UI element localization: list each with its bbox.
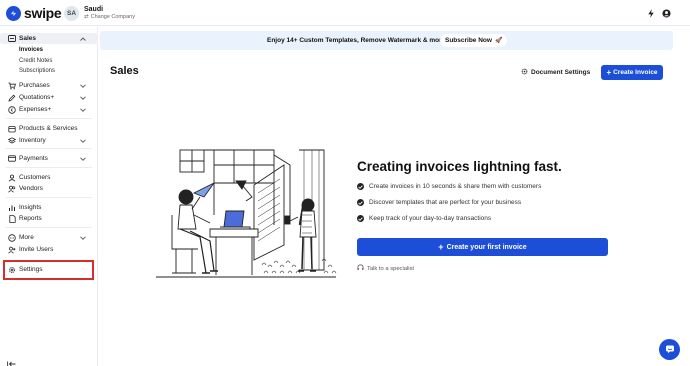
sidebar-divider bbox=[6, 227, 92, 228]
gear-icon bbox=[521, 68, 528, 77]
sidebar-divider bbox=[6, 118, 92, 119]
user-plus-icon bbox=[8, 246, 16, 254]
sidebar-subitem-subscriptions[interactable]: Subscriptions bbox=[19, 68, 55, 74]
card-icon bbox=[8, 155, 16, 163]
sidebar-divider bbox=[6, 148, 92, 149]
plus-icon: + bbox=[438, 242, 444, 252]
chevron-down-icon bbox=[80, 138, 86, 144]
settings-highlight-box bbox=[3, 260, 94, 280]
chevron-down-icon bbox=[80, 235, 86, 241]
swipe-logo[interactable]: swipe bbox=[6, 5, 62, 21]
user-circle-icon[interactable] bbox=[661, 8, 671, 18]
change-company-label: Change Company bbox=[90, 14, 135, 20]
sidebar-item-inventory[interactable]: Inventory bbox=[0, 135, 98, 146]
document-settings-button[interactable]: Document Settings bbox=[521, 68, 590, 77]
page-title: Sales bbox=[110, 65, 139, 77]
receipt-icon bbox=[8, 35, 16, 43]
document-settings-label: Document Settings bbox=[531, 69, 591, 76]
check-circle-icon bbox=[357, 199, 364, 206]
layers-icon bbox=[8, 136, 16, 145]
create-invoice-button[interactable]: + Create Invoice bbox=[601, 65, 663, 80]
chart-bar-icon bbox=[8, 204, 16, 212]
sidebar-item-label: Expenses+ bbox=[19, 106, 52, 113]
chevron-down-icon bbox=[80, 95, 86, 101]
talk-label: Talk to a specialist bbox=[367, 265, 415, 272]
sidebar-item-reports[interactable]: Reports bbox=[0, 213, 98, 224]
rocket-icon: 🚀 bbox=[494, 38, 503, 44]
sidebar-item-label: Insights bbox=[19, 204, 42, 211]
sidebar-subitem-invoices[interactable]: Invoices bbox=[19, 47, 43, 53]
sidebar-item-label: Products & Services bbox=[19, 125, 78, 132]
sidebar-item-more[interactable]: More bbox=[0, 232, 98, 243]
document-icon bbox=[8, 214, 16, 223]
swap-icon: ⇄ bbox=[84, 14, 89, 20]
feature-text: Keep track of your day-to-day transactio… bbox=[369, 215, 492, 222]
invoice-illustration bbox=[154, 145, 338, 285]
chat-icon bbox=[665, 341, 675, 359]
sidebar-item-label: Customers bbox=[19, 174, 51, 181]
feature-item: Create invoices in 10 seconds & share th… bbox=[357, 183, 541, 190]
cart-icon bbox=[8, 82, 16, 90]
create-invoice-label: Create Invoice bbox=[613, 69, 658, 76]
hero-title: Creating invoices lightning fast. bbox=[357, 159, 562, 174]
change-company-link[interactable]: ⇄ Change Company bbox=[84, 14, 135, 21]
user-icon bbox=[8, 174, 16, 182]
sidebar-item-quotations[interactable]: Quotations+ bbox=[0, 92, 98, 103]
promo-banner: Enjoy 14+ Custom Templates, Remove Water… bbox=[100, 31, 673, 50]
chevron-down-icon bbox=[80, 83, 86, 89]
chevron-up-icon bbox=[80, 36, 86, 42]
sidebar-item-expenses[interactable]: Expenses+ bbox=[0, 104, 98, 115]
top-bar: swipe SA Saudi ⇄ Change Company bbox=[0, 0, 690, 26]
create-first-invoice-button[interactable]: + Create your first invoice bbox=[357, 238, 608, 256]
chevron-down-icon bbox=[80, 156, 86, 162]
sidebar-item-invite-users[interactable]: Invite Users bbox=[0, 244, 98, 255]
sidebar-item-vendors[interactable]: Vendors bbox=[0, 183, 98, 194]
feature-item: Discover templates that are perfect for … bbox=[357, 199, 521, 206]
sidebar-item-label: Invite Users bbox=[19, 246, 54, 253]
pen-icon bbox=[8, 94, 16, 102]
sidebar-subitem-credit-notes[interactable]: Credit Notes bbox=[19, 58, 52, 64]
sidebar-item-products-services[interactable]: Products & Services bbox=[0, 123, 98, 134]
banner-text: Enjoy 14+ Custom Templates, Remove Water… bbox=[267, 37, 446, 44]
users-icon bbox=[8, 185, 16, 193]
check-circle-icon bbox=[357, 183, 364, 190]
sidebar-item-label: Payments bbox=[19, 155, 48, 162]
sidebar-item-insights[interactable]: Insights bbox=[0, 202, 98, 213]
company-name: Saudi bbox=[84, 6, 104, 13]
company-switcher[interactable]: Saudi ⇄ Change Company bbox=[84, 6, 135, 21]
logo-icon bbox=[6, 5, 21, 21]
feature-text: Create invoices in 10 seconds & share th… bbox=[369, 183, 542, 190]
sidebar-divider bbox=[6, 197, 92, 198]
chevron-down-icon bbox=[80, 107, 86, 113]
logo-text: swipe bbox=[24, 5, 62, 21]
more-circle-icon bbox=[8, 233, 16, 242]
sidebar-item-label: More bbox=[19, 234, 34, 241]
feature-item: Keep track of your day-to-day transactio… bbox=[357, 215, 491, 222]
plus-icon: + bbox=[606, 68, 612, 77]
wallet-icon bbox=[8, 105, 16, 114]
bolt-icon[interactable] bbox=[646, 8, 656, 18]
chat-widget-button[interactable] bbox=[659, 339, 680, 360]
feature-text: Discover templates that are perfect for … bbox=[369, 199, 522, 206]
sidebar-item-purchases[interactable]: Purchases bbox=[0, 80, 98, 91]
subscribe-label: Subscribe Now bbox=[445, 37, 492, 44]
talk-to-specialist-link[interactable]: Talk to a specialist bbox=[357, 264, 414, 273]
sidebar-item-label: Quotations+ bbox=[19, 94, 55, 101]
collapse-sidebar-icon[interactable] bbox=[7, 354, 16, 366]
sidebar-item-label: Purchases bbox=[19, 82, 50, 89]
sidebar-item-label: Sales bbox=[19, 35, 36, 42]
sidebar-item-sales[interactable]: Sales bbox=[0, 33, 98, 44]
create-first-invoice-label: Create your first invoice bbox=[446, 243, 527, 251]
sidebar-item-payments[interactable]: Payments bbox=[0, 153, 98, 164]
headset-icon bbox=[357, 264, 364, 273]
sidebar-item-label: Reports bbox=[19, 215, 42, 222]
check-circle-icon bbox=[357, 215, 364, 222]
company-avatar[interactable]: SA bbox=[64, 6, 79, 21]
sidebar-item-label: Inventory bbox=[19, 137, 46, 144]
subscribe-now-button[interactable]: Subscribe Now 🚀 bbox=[440, 34, 508, 47]
box-icon bbox=[8, 125, 16, 133]
sidebar-item-customers[interactable]: Customers bbox=[0, 172, 98, 183]
sidebar-item-label: Vendors bbox=[19, 185, 43, 192]
sidebar-divider bbox=[6, 167, 92, 168]
